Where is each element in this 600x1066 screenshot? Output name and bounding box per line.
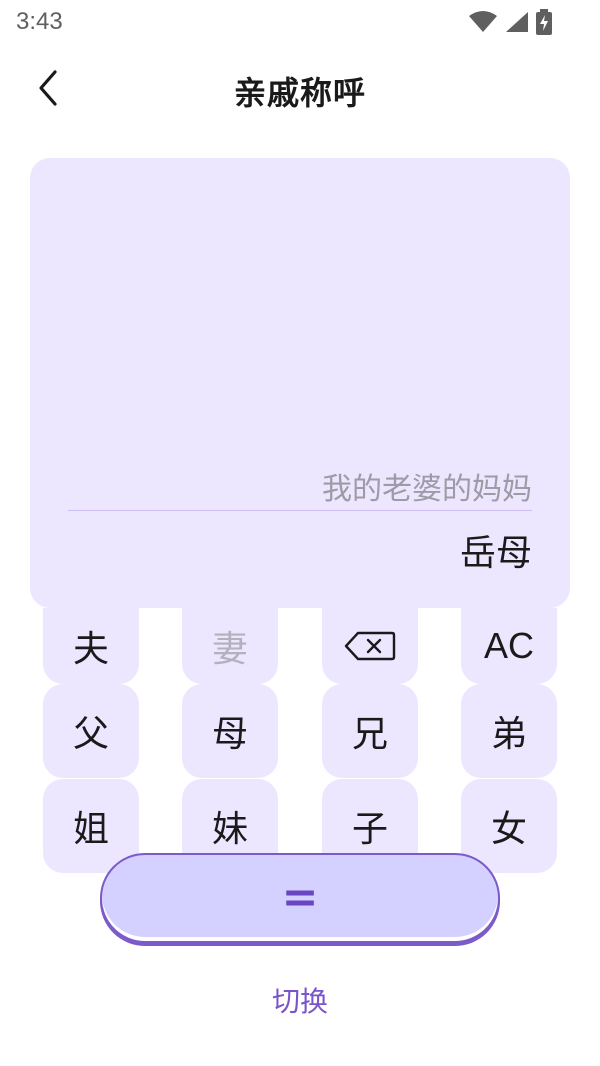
expression-text: 我的老婆的妈妈 [322,472,532,507]
display-divider [68,510,532,511]
wifi-icon [469,11,497,32]
key-husband[interactable]: 夫 [43,608,139,684]
display-panel: 我的老婆的妈妈 岳母 [30,158,570,608]
battery-charging-icon [536,9,552,35]
relative-calculator-screen: 3:43 亲戚称呼 我的老婆的妈妈 岳母 夫 妻 AC 父 母 兄 弟 姐 妹 … [0,0,600,1066]
signal-icon [506,12,528,32]
key-backspace[interactable] [322,608,418,684]
key-father[interactable]: 父 [43,684,139,778]
status-time: 3:43 [16,8,63,35]
equals-label: = [281,872,319,923]
backspace-icon [344,631,396,661]
key-mother[interactable]: 母 [182,684,278,778]
page-title: 亲戚称呼 [233,74,366,112]
result-text: 岳母 [459,533,532,574]
key-wife[interactable]: 妻 [182,608,278,684]
status-icons [468,9,552,35]
equals-button[interactable]: = [100,853,500,943]
key-younger-brother[interactable]: 弟 [461,684,557,778]
switch-mode-link[interactable]: 切换 [0,980,600,1020]
key-elder-brother[interactable]: 兄 [322,684,418,778]
status-bar: 3:43 [0,0,600,48]
key-clear[interactable]: AC [461,608,557,684]
app-header: 亲戚称呼 [0,56,600,120]
